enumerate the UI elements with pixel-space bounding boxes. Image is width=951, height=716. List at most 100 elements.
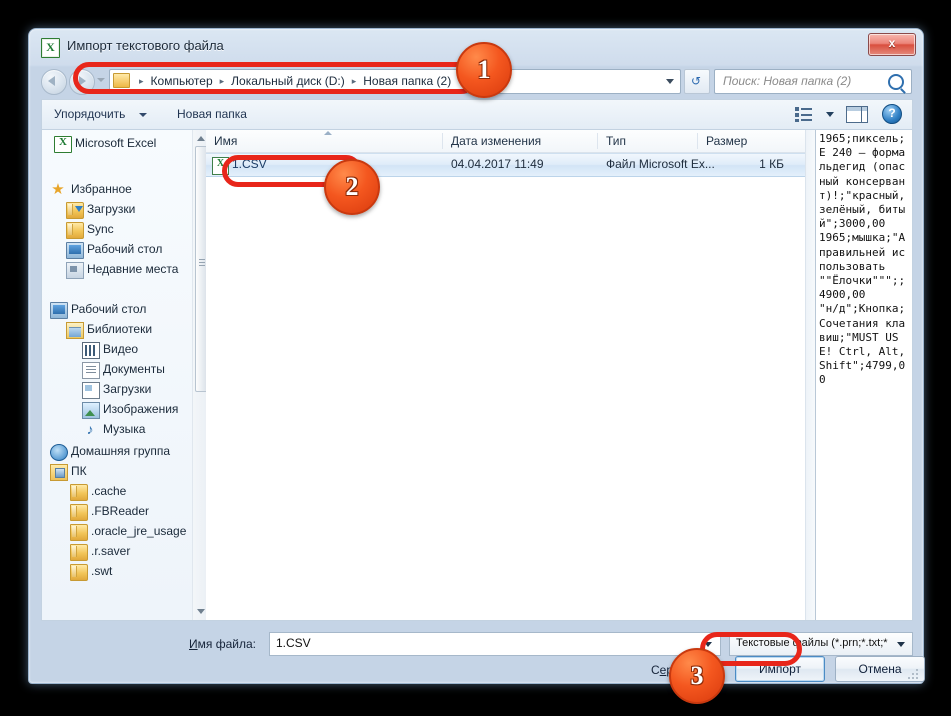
chevron-down-icon[interactable] [897,642,905,647]
file-name-label-rest: мя файла: [197,637,256,651]
sidebar-item-15[interactable]: .cache [42,482,192,501]
sidebar-item-4[interactable]: Рабочий стол [42,240,192,259]
sidebar-item-5[interactable]: Недавние места [42,260,192,279]
sidebar-item-label: Рабочий стол [71,302,147,316]
import-text-file-dialog: Импорт текстового файла x ▸Компьютер▸Лок… [28,28,925,684]
annotation-ring-1 [73,62,477,94]
sidebar-item-label: .oracle_jre_usage [91,524,187,538]
refresh-icon: ↺ [691,74,702,88]
sidebar-item-label: Видео [103,342,139,356]
sidebar-item-label: .FBReader [91,504,150,518]
search-input[interactable]: Поиск: Новая папка (2) [714,69,912,94]
refresh-button[interactable]: ↺ [684,69,710,94]
column-header-row: Имя Дата изменения Тип Размер [206,130,805,153]
dialog-body: Microsoft Excel ★ Избранное Загрузки Sync Раб… [41,129,913,621]
sidebar-item-label: Домашняя группа [71,444,171,458]
sidebar-item-10[interactable]: Загрузки [42,380,192,399]
preview-pane-icon[interactable] [846,106,868,123]
column-header-date[interactable]: Дата изменения [451,134,541,148]
folder-icon [70,544,88,561]
sidebar-item-6[interactable]: Рабочий стол [42,300,192,319]
pc-folder-icon [50,464,68,481]
annotation-badge-3-label: 3 [690,661,704,690]
downloads-folder-icon [66,202,84,219]
navigation-pane: Microsoft Excel ★ Избранное Загрузки Sync Раб… [42,130,209,620]
homegroup-icon [50,444,68,461]
recent-places-icon [66,262,84,279]
annotation-badge-3: 3 [669,648,725,704]
close-icon: x [888,36,896,50]
sidebar-item-17[interactable]: .oracle_jre_usage [42,522,192,541]
sidebar-item-label: Изображения [103,402,179,416]
sidebar-item-16[interactable]: .FBReader [42,502,192,521]
column-divider[interactable] [597,133,598,149]
file-type-cell: Файл Microsoft Ex... [606,157,715,171]
documents-icon [82,362,100,379]
new-folder-button[interactable]: Новая папка [177,107,247,121]
file-list[interactable]: Имя Дата изменения Тип Размер 1.CSV 04.0… [206,130,805,620]
sidebar-item-12[interactable]: ♪ Музыка [42,420,192,439]
scroll-down-arrow-icon[interactable] [197,609,205,614]
file-date-cell: 04.04.2017 11:49 [451,157,544,171]
sidebar-item-label: ПК [71,464,87,478]
sidebar-item-8[interactable]: Видео [42,340,192,359]
view-options-icon[interactable] [795,106,812,122]
preview-pane: 1965;пиксель;E 240 – формальдегид (опасн… [815,130,912,620]
help-icon[interactable]: ? [882,104,902,124]
column-header-size[interactable]: Размер [706,134,747,148]
pictures-icon [82,402,100,419]
annotation-badge-1: 1 [456,42,512,98]
sidebar-item-7[interactable]: Библиотеки [42,320,192,339]
sidebar-item-14[interactable]: ПК [42,462,192,481]
sidebar-item-3[interactable]: Sync [42,220,192,239]
file-name-input[interactable]: 1.CSV [269,632,721,656]
desktop-icon [66,242,84,259]
sidebar-item-9[interactable]: Документы [42,360,192,379]
desktop-icon [50,302,68,319]
resize-grip[interactable] [906,667,918,679]
chevron-down-icon[interactable] [139,113,147,117]
sidebar-item-1[interactable]: ★ Избранное [42,180,192,199]
sidebar-item-19[interactable]: .swt [42,562,192,581]
scroll-up-arrow-icon[interactable] [197,136,205,141]
sidebar-item-label: Загрузки [87,202,136,216]
file-size-cell: 1 КБ [759,157,784,171]
file-name-label: Имя файла: [189,637,256,651]
folder-icon [70,504,88,521]
sidebar-item-label: Рабочий стол [87,242,163,256]
folder-icon [70,524,88,541]
scrollbar-grip [199,259,205,260]
sidebar-item-label: .swt [91,564,113,578]
toolbar: Упорядочить Новая папка ? [41,99,913,130]
organize-button[interactable]: Упорядочить [54,107,125,121]
libraries-icon [66,322,84,339]
column-divider[interactable] [442,133,443,149]
back-arrow-icon [48,76,55,86]
sidebar-item-11[interactable]: Изображения [42,400,192,419]
annotation-badge-1-label: 1 [477,55,491,84]
annotation-badge-2: 2 [324,159,380,215]
sidebar-item-label: Избранное [71,182,132,196]
tools-label-pre: С [651,663,660,677]
sidebar-item-label: Sync [87,222,114,236]
back-button[interactable] [41,69,67,95]
sidebar-item-label: Документы [103,362,165,376]
column-header-type[interactable]: Тип [606,134,626,148]
address-dropdown-icon[interactable] [666,79,674,84]
folder-icon [66,222,84,239]
sidebar-item-18[interactable]: .r.saver [42,542,192,561]
chevron-down-icon[interactable] [826,112,834,117]
sidebar-item-13[interactable]: Домашняя группа [42,442,192,461]
sidebar-item-0[interactable]: Microsoft Excel [42,134,192,153]
video-icon [82,342,100,359]
sidebar-item-2[interactable]: Загрузки [42,200,192,219]
sidebar-item-label: Загрузки [103,382,152,396]
sidebar-item-label: .r.saver [91,544,131,558]
close-button[interactable]: x [868,33,916,56]
file-name-label-mnemonic: И [189,637,198,651]
column-divider[interactable] [697,133,698,149]
folder-icon [70,564,88,581]
column-header-name[interactable]: Имя [214,134,237,148]
sidebar-item-label: Музыка [103,422,146,436]
excel-icon [41,38,60,58]
